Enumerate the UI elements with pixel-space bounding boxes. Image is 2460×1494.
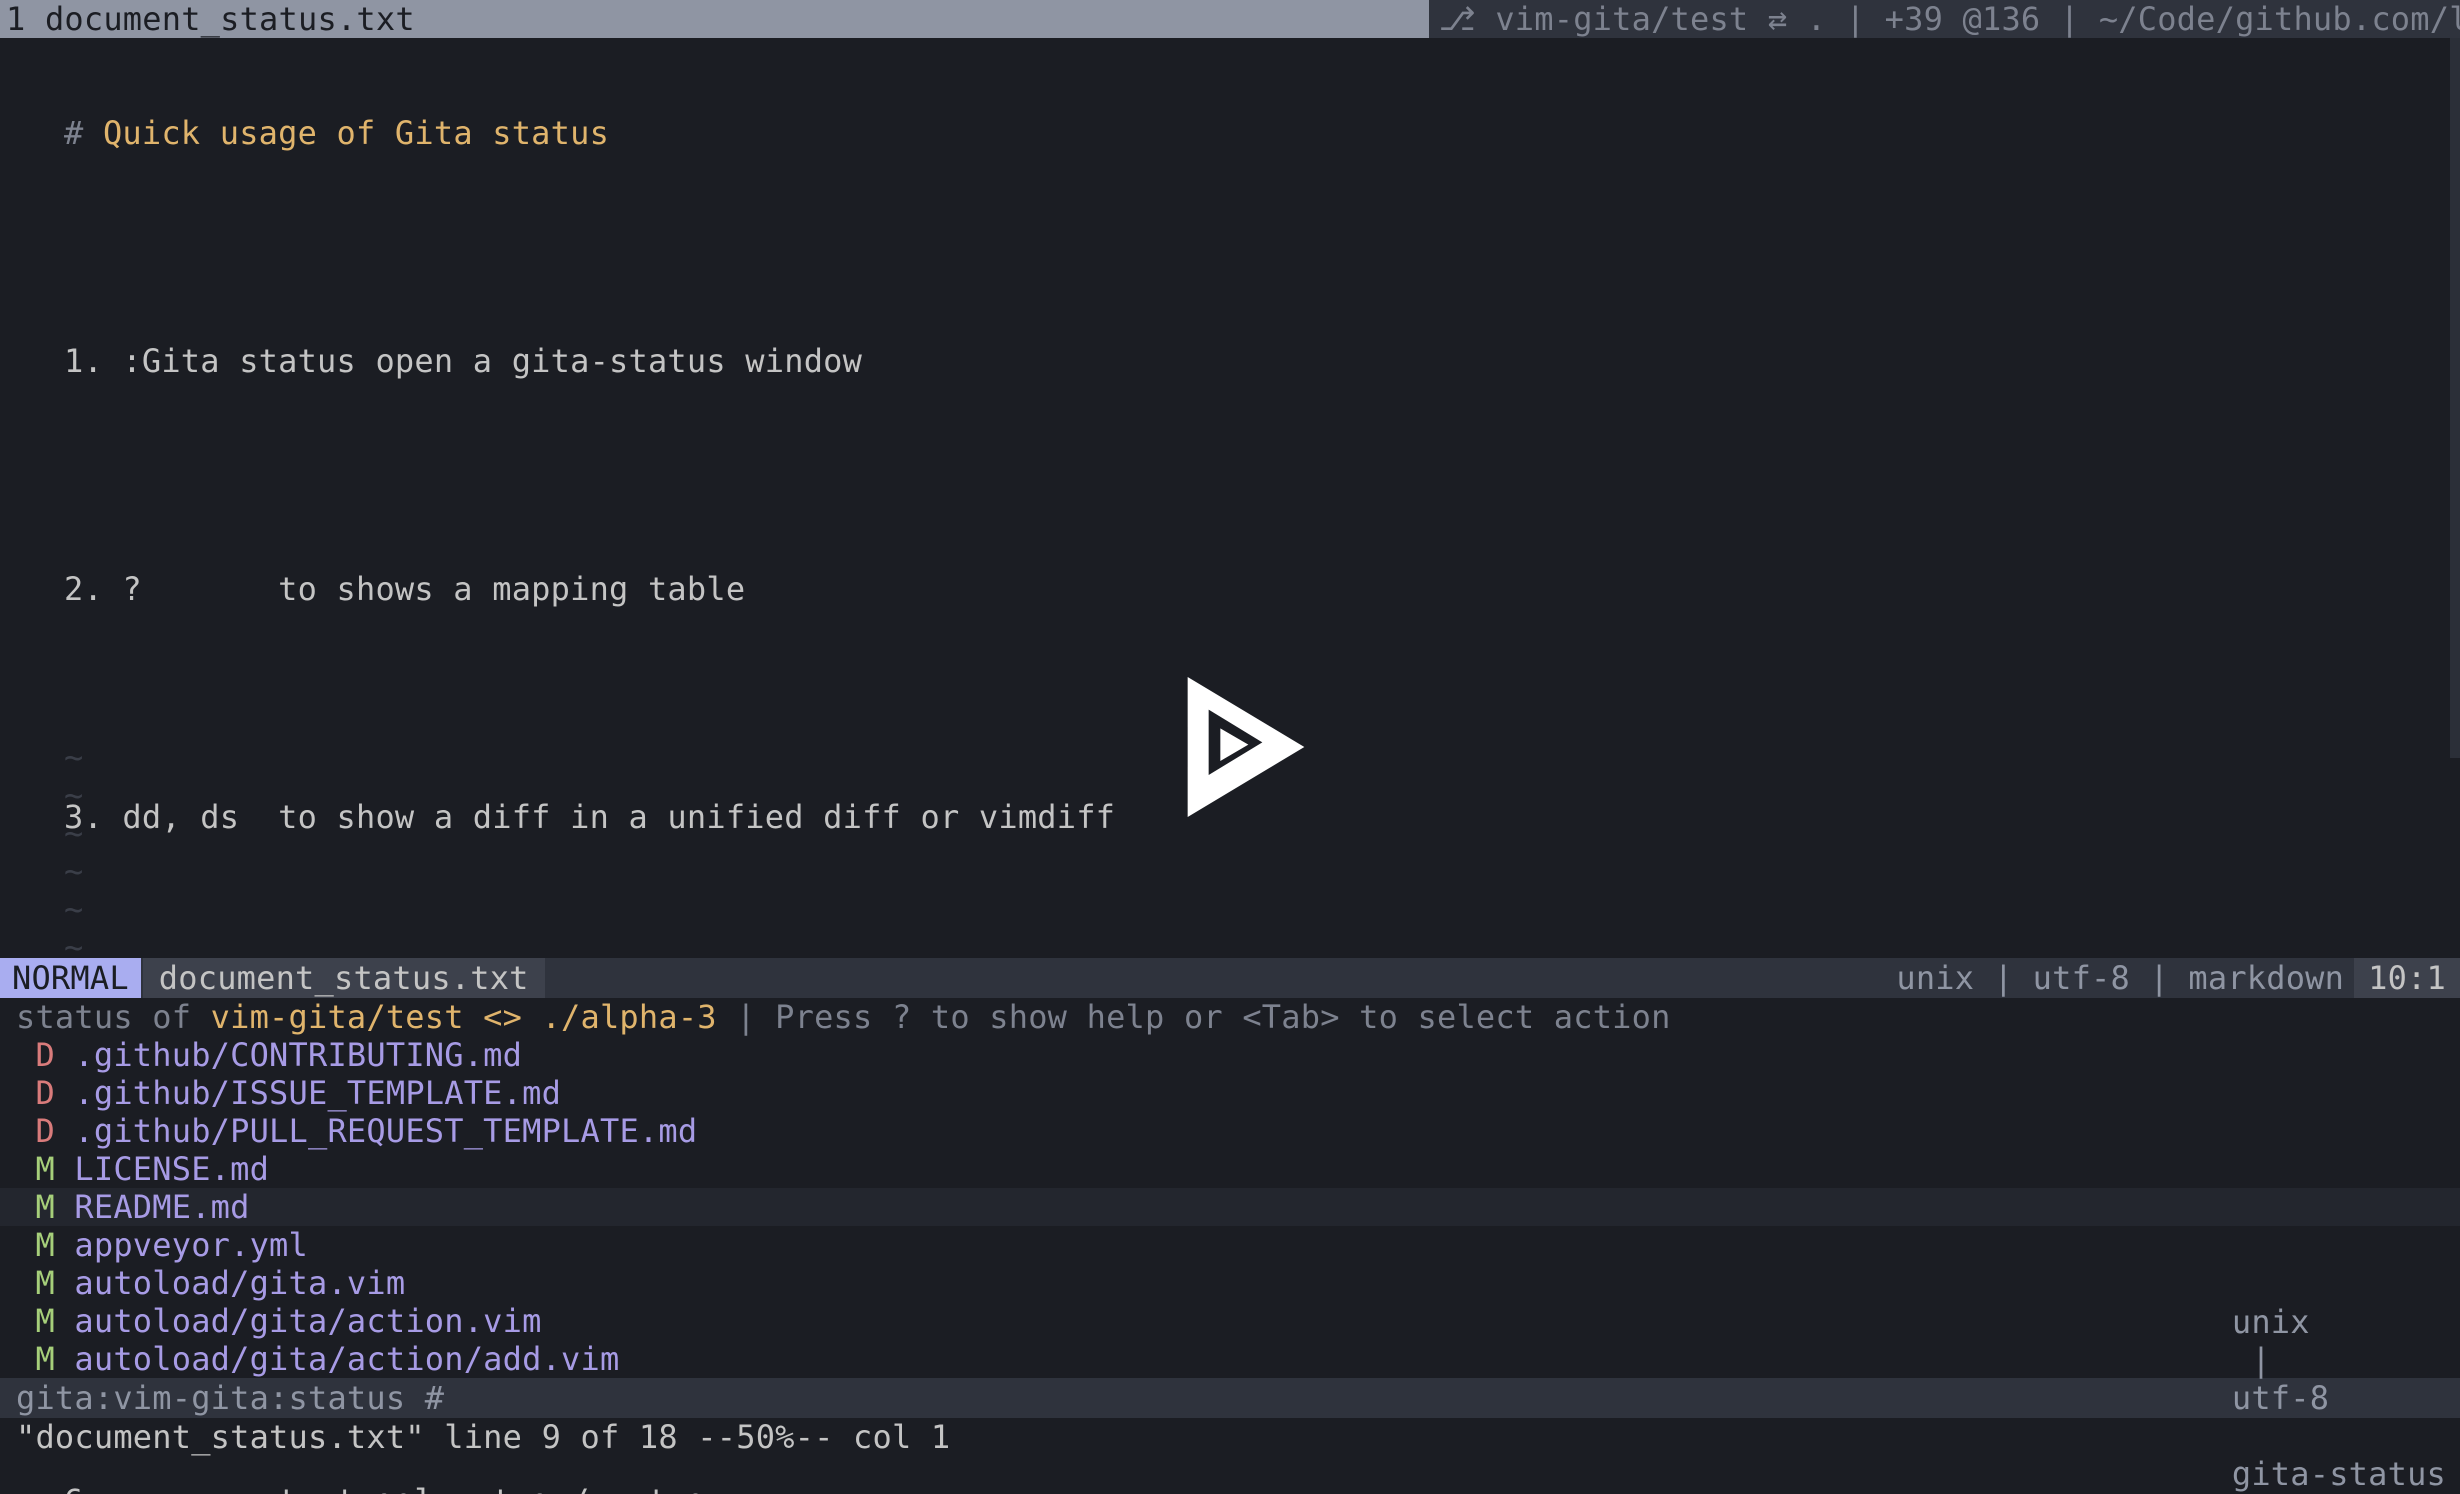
status-flag: D [35,1074,54,1112]
tilde-marker: ~ [64,852,83,890]
status-flag: M [35,1226,54,1264]
editor-pane[interactable]: # Quick usage of Gita status 1. :Gita st… [0,38,2460,958]
play-button[interactable] [1186,677,1306,817]
gita-status-list[interactable]: D .github/CONTRIBUTING.md D .github/ISSU… [0,1036,2460,1378]
status-path: .github/ISSUE_TEMPLATE.md [74,1074,561,1112]
buffer-line: 6. -- to toggle stage/unstage [64,1482,2460,1494]
status-flag: M [35,1188,54,1226]
gita-status-row[interactable]: M autoload/gita.vim [0,1264,2460,1302]
statusline-lower-title: gita:vim-gita:status # [16,1379,444,1417]
encoding: utf-8 [2033,959,2130,997]
tilde-marker: ~ [64,738,83,776]
tmux-window-tab[interactable]: 1 document_status.txt [0,0,425,38]
status-path: autoload/gita/action.vim [74,1302,541,1340]
status-flag: M [35,1302,54,1340]
status-path: README.md [74,1188,249,1226]
tilde-marker: ~ [64,776,83,814]
status-path: LICENSE.md [74,1150,269,1188]
gita-status-row[interactable]: M LICENSE.md [0,1150,2460,1188]
cursor-position: 10:1 [2354,958,2460,998]
tilde-marker: ~ [64,890,83,928]
status-flag: M [35,1340,54,1378]
buffer-line: 2. ? to shows a mapping table [64,570,2460,608]
tmux-right-status: ⎇ vim-gita/test ⇄ . | +39 @136 | ~/Code/… [1429,0,2460,38]
gita-status-row[interactable]: D .github/CONTRIBUTING.md [0,1036,2460,1074]
gita-status-row[interactable]: D .github/ISSUE_TEMPLATE.md [0,1074,2460,1112]
gita-branch-compare: vim-gita/test <> ./alpha-3 [211,998,717,1036]
tilde-marker: ~ [64,814,83,852]
heading-hash: # [64,114,83,152]
filetype: markdown [2188,959,2344,997]
buffer-content[interactable]: # Quick usage of Gita status 1. :Gita st… [64,38,2460,958]
buffer-line [64,456,2460,494]
tmux-statusbar: 1 document_status.txt ⎇ vim-gita/test ⇄ … [0,0,2460,38]
status-path: autoload/gita/action/add.vim [74,1340,619,1378]
tmux-window-name: document_status.txt [45,0,415,38]
gita-status-row[interactable]: M appveyor.yml [0,1226,2460,1264]
gutter [0,38,64,958]
fileformat: unix [2232,1303,2310,1341]
status-path: .github/CONTRIBUTING.md [74,1036,522,1074]
buffer-line: 1. :Gita status open a gita-status windo… [64,342,2460,380]
status-flag: M [35,1150,54,1188]
statusline-filename: document_status.txt [143,958,545,998]
gita-status-row[interactable]: M README.md [0,1188,2460,1226]
status-path: .github/PULL_REQUEST_TEMPLATE.md [74,1112,697,1150]
buffer-line [64,228,2460,266]
status-path: autoload/gita.vim [74,1264,405,1302]
tmux-cwd: ~/Code/github.com/lambdalisue/vim-gita [2099,0,2460,38]
statusline-lower: gita:vim-gita:status # unix | utf-8 | gi… [0,1378,2460,1418]
buffer-line [64,912,2460,950]
gita-status-row[interactable]: M autoload/gita/action.vim [0,1302,2460,1340]
status-flag: D [35,1112,54,1150]
mode-indicator: NORMAL [0,958,141,998]
filetype: gita-status [2232,1455,2446,1493]
heading-text: Quick usage of Gita status [103,114,609,152]
tmux-diffstat: +39 @136 [1885,0,2041,38]
status-path: appveyor.yml [74,1226,308,1264]
branch-icon: ⎇ [1439,0,1476,38]
tmux-window-index: 1 [6,0,25,38]
gita-status-row[interactable]: D .github/PULL_REQUEST_TEMPLATE.md [0,1112,2460,1150]
gita-status-header: status of vim-gita/test <> ./alpha-3 | P… [0,998,2460,1036]
command-line[interactable]: "document_status.txt" line 9 of 18 --50%… [0,1418,2460,1456]
tmux-branch: vim-gita/test ⇄ . [1495,0,1826,38]
statusline-upper: NORMAL document_status.txt unix | utf-8 … [0,958,2460,998]
status-flag: M [35,1264,54,1302]
fileformat: unix [1896,959,1974,997]
gita-status-row[interactable]: M autoload/gita/action/add.vim [0,1340,2460,1378]
encoding: utf-8 [2232,1379,2329,1417]
terminal-screen: 1 document_status.txt ⎇ vim-gita/test ⇄ … [0,0,2460,1494]
status-flag: D [35,1036,54,1074]
tmux-bar-gap [425,0,1429,38]
